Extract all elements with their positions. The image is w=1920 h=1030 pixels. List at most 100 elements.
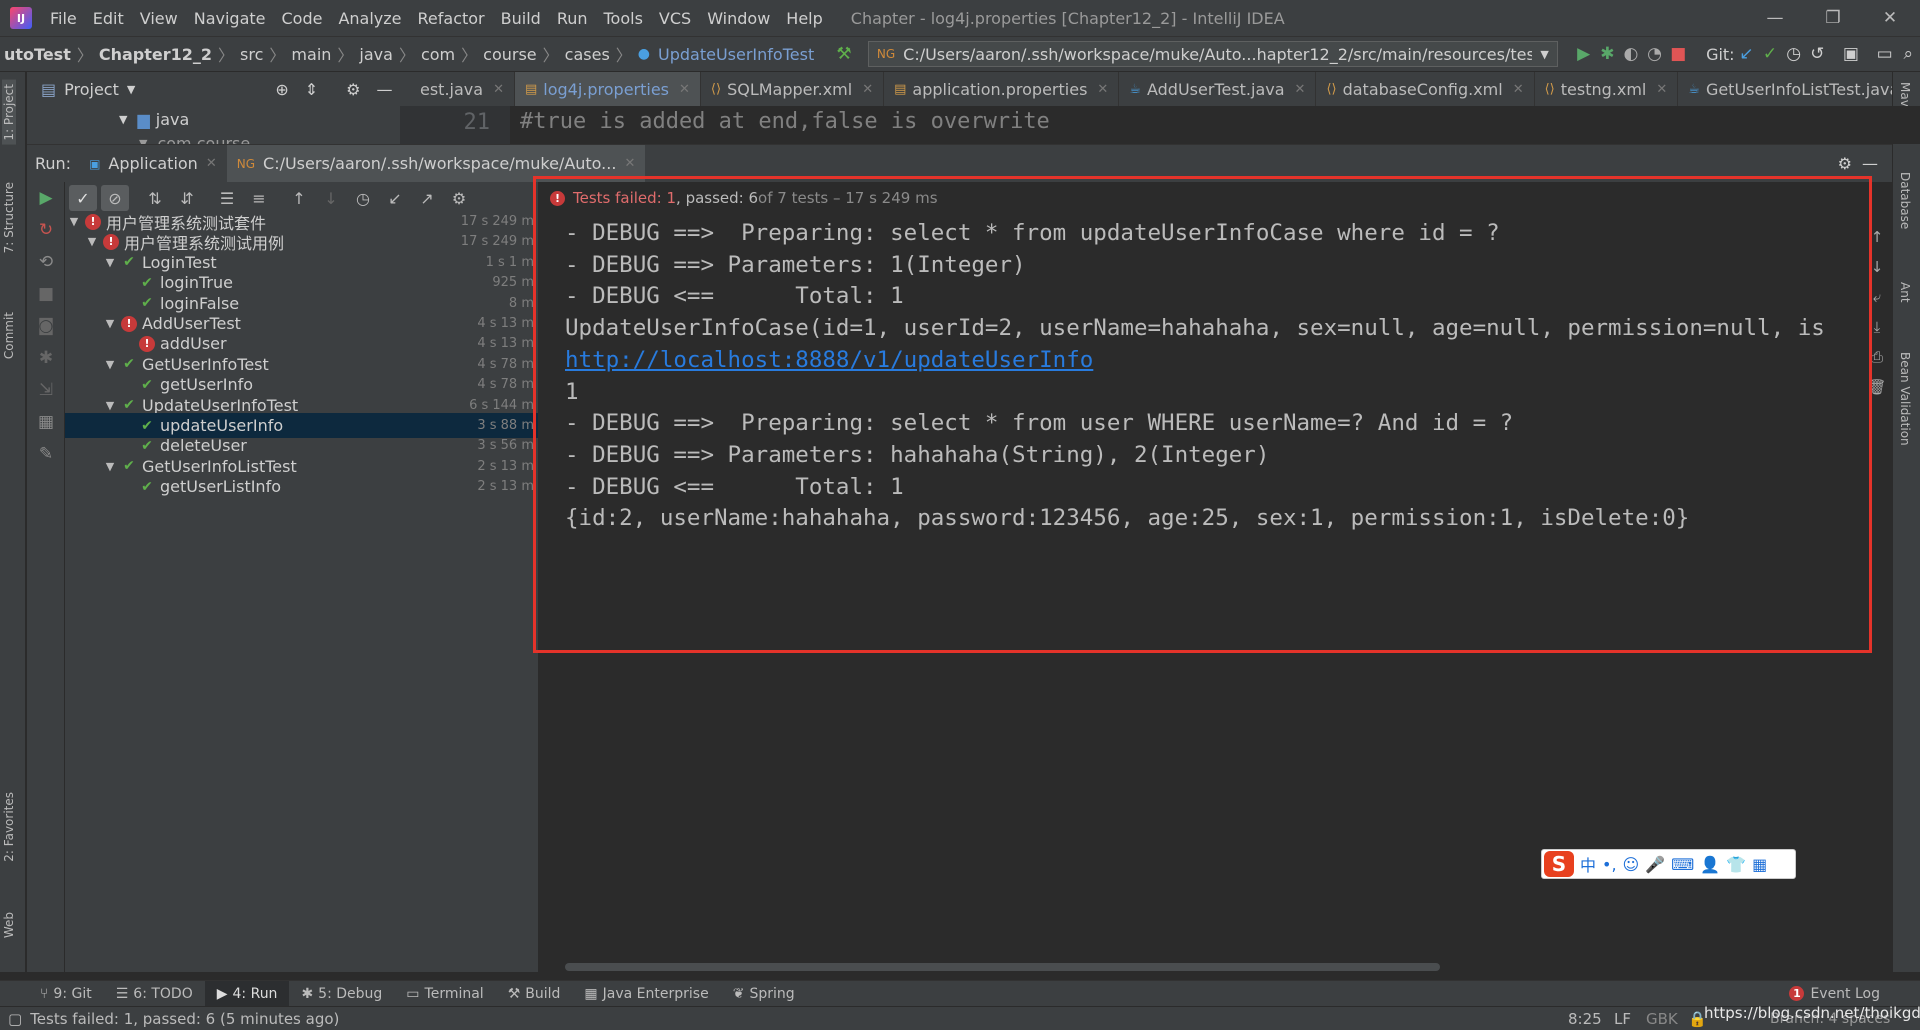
bean-validation-tool-button[interactable]: Bean Validation [1898,352,1912,446]
gear-icon[interactable]: ⚙ [445,185,473,211]
editor-line[interactable]: #true is added at end,false is overwrite [510,106,1920,144]
tool-window-5-debug[interactable]: ✱ 5: Debug [289,981,394,1007]
project-view-label[interactable]: Project [64,80,119,99]
expand-arrow-icon[interactable]: ▼ [85,235,99,248]
git-update-icon[interactable]: ↙ [1735,41,1759,67]
minimize-icon[interactable]: — [1750,0,1800,36]
close-tab-icon[interactable]: ✕ [1097,82,1108,97]
tool-window-spring[interactable]: ❦ Spring [721,981,807,1007]
search-icon[interactable]: ⌕ [1896,41,1920,67]
pin-icon[interactable]: ✎ [27,438,65,470]
show-passed-icon[interactable]: ✓ [69,185,97,211]
close-tab-icon[interactable]: ✕ [862,82,873,97]
menu-item-window[interactable]: Window [699,9,778,28]
expand-arrow-icon[interactable]: ▼ [67,215,81,228]
profile-icon[interactable]: ◔ [1643,41,1667,67]
gear-icon[interactable]: ⚙ [1838,154,1852,173]
test-node-getuserlistinfo[interactable]: ✔ getUserListInfo 2 s 13 m [65,474,538,499]
status-toggle-icon[interactable]: ▢ [8,1010,22,1028]
project-tool-button[interactable]: 1: Project [2,80,16,145]
caret-position[interactable]: 8:25 [1568,1010,1602,1028]
expand-arrow-icon[interactable]: ▼ [103,317,117,330]
breadcrumb-item[interactable]: java [355,45,397,64]
expand-arrow-icon[interactable]: ▼ [103,460,117,473]
breadcrumb-item[interactable]: utoTest [0,45,75,64]
layout-icon[interactable]: ▭ [1873,41,1897,67]
project-structure-icon[interactable]: ▣ [1839,41,1863,67]
hide-icon[interactable]: — [377,80,393,99]
ime-language-toggle[interactable]: 中 [1580,852,1596,876]
menu-item-file[interactable]: File [42,9,85,28]
menu-item-navigate[interactable]: Navigate [186,9,274,28]
export-tests-icon[interactable]: ↗ [413,185,441,211]
menu-item-analyze[interactable]: Analyze [330,9,409,28]
tool-window-build[interactable]: ⚒ Build [496,981,573,1007]
menu-item-edit[interactable]: Edit [85,9,132,28]
stop-icon[interactable]: ■ [1666,41,1690,67]
build-hammer-icon[interactable]: ⚒ [832,41,856,67]
bug-icon[interactable]: ✱ [27,342,65,374]
breadcrumb-item[interactable]: Chapter12_2 [95,45,216,64]
tool-window-6-todo[interactable]: ☰ 6: TODO [104,981,205,1007]
expand-arrow-icon[interactable]: ▼ [103,358,117,371]
rerun-icon[interactable]: ▶ [27,182,65,214]
git-commit-icon[interactable]: ✓ [1758,41,1782,67]
grid-icon[interactable]: ▦ [1752,855,1767,874]
editor-tab-testng-xml[interactable]: ⟨⟩ testng.xml ✕ [1535,72,1679,106]
horizontal-scrollbar[interactable] [565,963,1440,971]
close-tab-icon[interactable]: ✕ [1295,82,1306,97]
screenshot-icon[interactable]: ◙ [27,310,65,342]
web-tool-button[interactable]: Web [2,912,16,938]
menu-item-vcs[interactable]: VCS [651,9,699,28]
show-ignored-icon[interactable]: ⊘ [101,185,129,211]
next-failed-icon[interactable]: ↓ [317,185,345,211]
breadcrumb-item[interactable]: cases [561,45,614,64]
microphone-icon[interactable]: 🎤 [1645,855,1665,874]
tool-window-java-enterprise[interactable]: ▦ Java Enterprise [572,981,720,1007]
run-configuration-select[interactable]: NG C:/Users/aaron/.ssh/workspace/muke/Au… [867,41,1558,67]
previous-failed-icon[interactable]: ↑ [285,185,313,211]
editor-tab-est-java[interactable]: est.java ✕ [410,72,515,106]
menu-item-view[interactable]: View [132,9,186,28]
emoji-icon[interactable]: ☺ [1623,855,1640,874]
rollback-icon[interactable]: ↺ [1806,41,1830,67]
structure-tool-button[interactable]: 7: Structure [2,182,16,253]
locate-icon[interactable]: ⊕ [275,80,288,99]
commit-tool-button[interactable]: Commit [2,312,16,359]
line-separator[interactable]: LF [1614,1010,1631,1028]
coverage-icon[interactable]: ◐ [1619,41,1643,67]
chevron-down-icon[interactable]: ▼ [127,83,135,96]
gear-icon[interactable]: ⚙ [346,80,360,99]
database-tool-button[interactable]: Database [1898,172,1912,229]
layout-icon[interactable]: ▦ [27,406,65,438]
tree-item-com-course[interactable]: ▼ com.course [139,134,250,144]
ant-tool-button[interactable]: Ant [1898,282,1912,303]
close-tab-icon[interactable]: ✕ [206,156,217,171]
collapse-icon[interactable]: ⇕ [305,80,318,99]
expand-arrow-icon[interactable]: ▼ [103,399,117,412]
menu-item-refactor[interactable]: Refactor [410,9,493,28]
tool-window-9-git[interactable]: ⑂ 9: Git [28,981,104,1007]
editor-tab-getuserinfolisttest-java[interactable]: ☕GetUserInfoListTest.java✕ [1678,72,1892,106]
collapse-all-icon[interactable]: ≡ [245,185,273,211]
tool-window-terminal[interactable]: ▭ Terminal [394,981,495,1007]
file-encoding[interactable]: GBK [1646,1010,1678,1028]
hide-panel-icon[interactable]: — [1862,154,1878,173]
event-log-button[interactable]: 1 Event Log [1789,986,1880,1002]
run-tab-application[interactable]: ▣ Application ✕ [79,145,227,183]
editor-tab-databaseconfig-xml[interactable]: ⟨⟩ databaseConfig.xml ✕ [1316,72,1535,106]
menu-item-run[interactable]: Run [549,9,596,28]
editor-tab-application-properties[interactable]: ▤ application.properties ✕ [884,72,1120,106]
status-message[interactable]: Tests failed: 1, passed: 6 (5 minutes ag… [30,1010,339,1028]
breadcrumb-item[interactable]: UpdateUserInfoTest [654,45,818,64]
debug-icon[interactable]: ✱ [1596,41,1620,67]
breadcrumb-item[interactable]: src [236,45,267,64]
editor-tab-addusertest-java[interactable]: ☕ AddUserTest.java ✕ [1119,72,1317,106]
sort-duration-icon[interactable]: ⇵ [173,185,201,211]
menu-item-help[interactable]: Help [778,9,830,28]
expand-arrow-icon[interactable]: ▼ [103,256,117,269]
test-history-icon[interactable]: ◷ [349,185,377,211]
close-tab-icon[interactable]: ✕ [624,156,635,171]
close-tab-icon[interactable]: ✕ [1513,82,1524,97]
breadcrumb-item[interactable]: main [287,45,335,64]
